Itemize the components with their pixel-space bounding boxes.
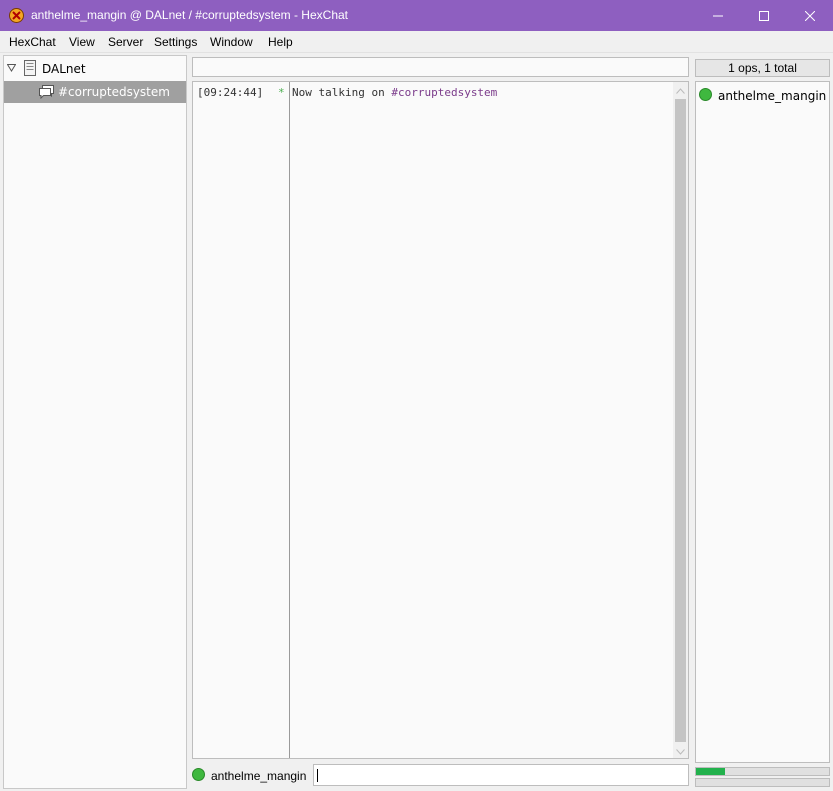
chevron-up-icon	[676, 87, 685, 94]
message-channel-link[interactable]: #corruptedsystem	[391, 86, 497, 99]
menu-view[interactable]: View	[69, 35, 95, 49]
scroll-thumb[interactable]	[675, 99, 686, 742]
hexchat-icon	[9, 8, 24, 23]
close-icon	[805, 10, 815, 21]
menu-window[interactable]: Window	[210, 35, 253, 49]
lag-meter-fill	[696, 768, 726, 775]
window-title: anthelme_mangin @ DALnet / #corruptedsys…	[31, 8, 348, 22]
message-text: Now talking on #corruptedsystem	[292, 86, 497, 99]
minimize-button[interactable]	[695, 0, 741, 31]
user-list-item[interactable]: anthelme_mangin	[696, 86, 829, 104]
tree-item-server[interactable]: DALnet	[4, 58, 186, 80]
text-caret	[317, 769, 318, 782]
message-prefix: Now talking on	[292, 86, 392, 99]
expander-down-icon[interactable]	[7, 64, 16, 72]
timestamp-separator[interactable]	[289, 82, 290, 758]
menu-hexchat[interactable]: HexChat	[9, 35, 56, 49]
menu-bar: HexChat View Server Settings Window Help	[0, 31, 833, 53]
maximize-button[interactable]	[741, 0, 787, 31]
scroll-up-button[interactable]	[673, 83, 688, 98]
user-list[interactable]: anthelme_mangin	[695, 81, 830, 763]
maximize-icon	[759, 10, 769, 21]
server-icon	[24, 60, 36, 76]
chevron-down-icon	[676, 748, 685, 755]
message-timestamp: [09:24:44]	[197, 86, 264, 99]
nick-label: anthelme_mangin	[211, 769, 307, 783]
op-status-icon	[192, 768, 205, 781]
op-status-icon	[699, 88, 712, 101]
tree-label-channel: #corruptedsystem	[58, 85, 170, 99]
minimize-icon	[713, 15, 723, 16]
scroll-down-button[interactable]	[673, 744, 688, 759]
nick-button[interactable]: anthelme_mangin	[192, 764, 310, 786]
message-input[interactable]	[313, 764, 689, 786]
topic-field[interactable]	[192, 57, 689, 77]
lag-meter	[695, 767, 830, 776]
menu-help[interactable]: Help	[268, 35, 293, 49]
user-count: 1 ops, 1 total	[695, 59, 830, 77]
chat-bubble-icon	[39, 85, 54, 99]
throttle-meter	[695, 778, 830, 787]
title-bar[interactable]: anthelme_mangin @ DALnet / #corruptedsys…	[0, 0, 833, 31]
menu-settings[interactable]: Settings	[154, 35, 197, 49]
menu-server[interactable]: Server	[108, 35, 143, 49]
tree-label-server: DALnet	[42, 62, 86, 76]
chat-view[interactable]: [09:24:44] * Now talking on #corruptedsy…	[192, 81, 689, 759]
user-name: anthelme_mangin	[718, 89, 827, 103]
tree-item-channel[interactable]: #corruptedsystem	[4, 81, 186, 103]
close-button[interactable]	[787, 0, 833, 31]
message-marker: *	[278, 86, 285, 99]
channel-tree[interactable]: DALnet #corruptedsystem	[3, 55, 187, 789]
chat-scrollbar[interactable]	[673, 82, 688, 758]
